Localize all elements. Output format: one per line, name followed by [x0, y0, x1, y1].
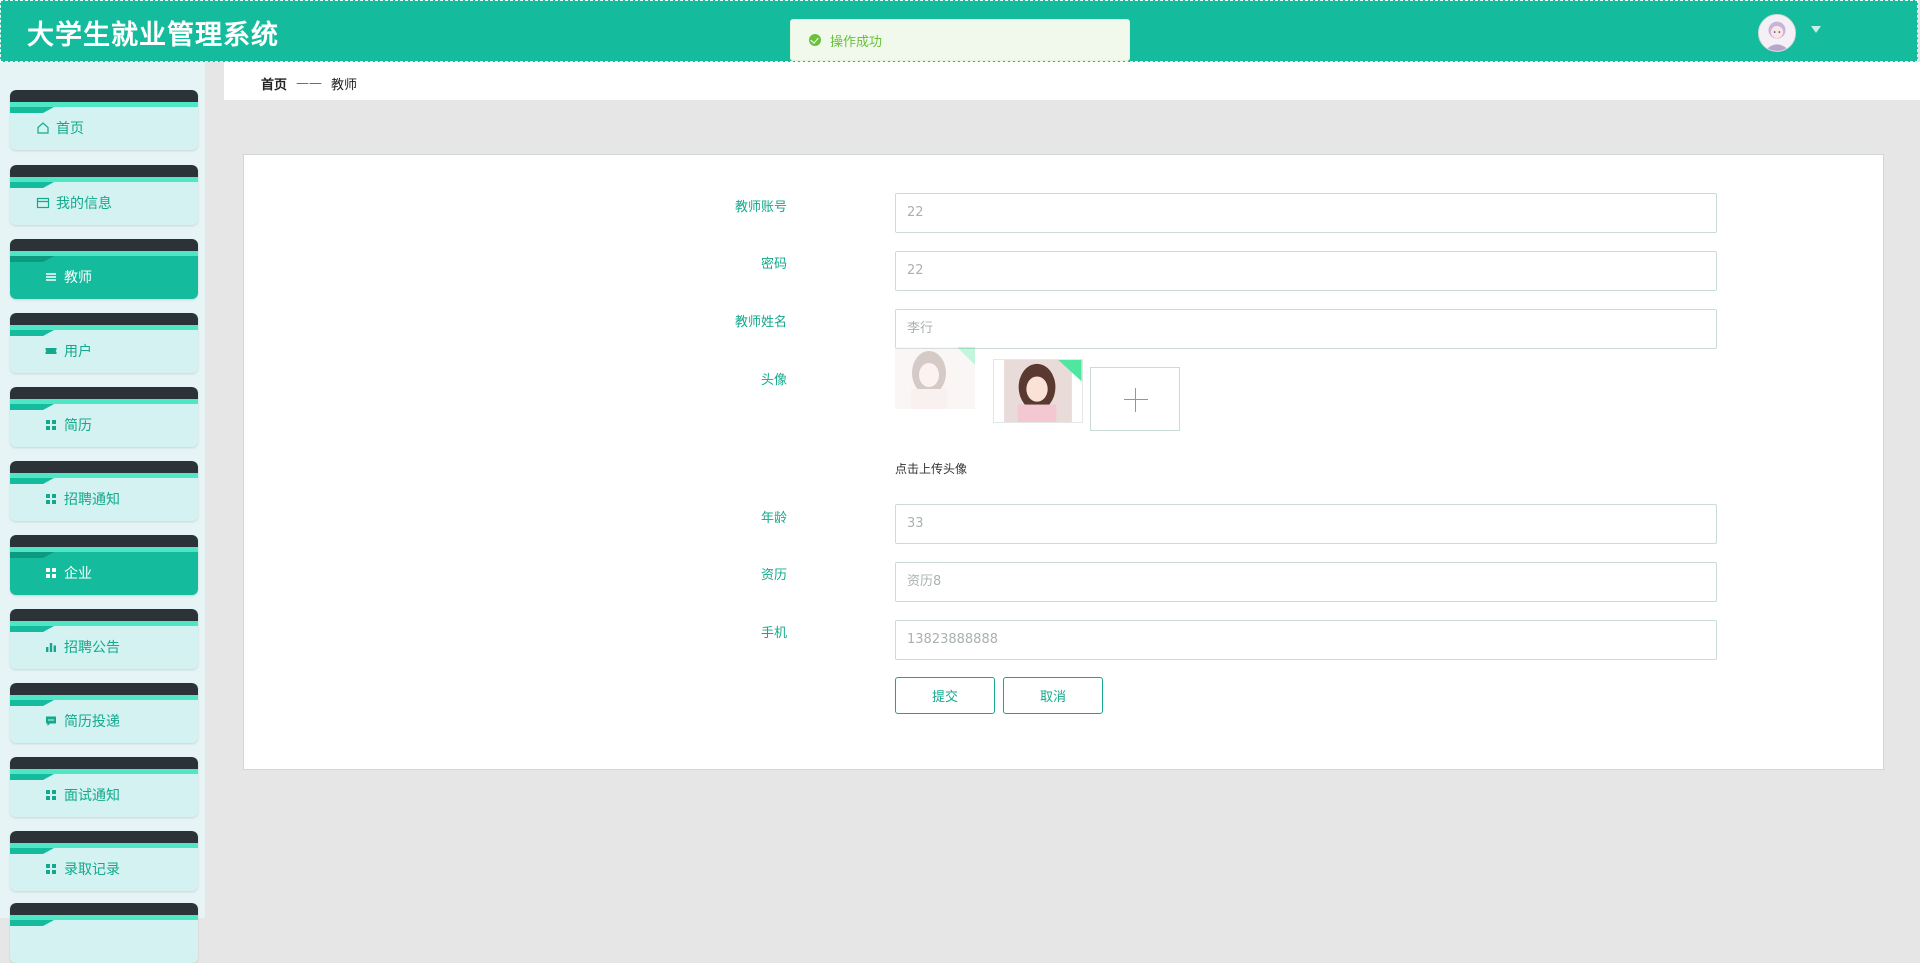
list-icon: [44, 270, 58, 284]
submit-button[interactable]: 提交: [895, 677, 995, 714]
sidebar-item-admission-record[interactable]: 录取记录: [10, 831, 198, 891]
seniority-label: 资历: [760, 568, 787, 583]
sidebar-item-label: 首页: [56, 121, 84, 137]
account-label: 教师账号: [734, 200, 787, 215]
seniority-input[interactable]: 资历8: [895, 562, 1717, 602]
phone-label: 手机: [760, 626, 787, 641]
sidebar-item-home[interactable]: 首页: [10, 90, 198, 150]
sidebar-item-label: 教师: [64, 270, 92, 286]
grid-icon: [44, 862, 58, 876]
breadcrumb-separator: ——: [296, 76, 323, 91]
home-icon: [36, 121, 50, 135]
name-input[interactable]: 李行: [895, 309, 1717, 349]
sidebar-item-company[interactable]: 企业: [10, 535, 198, 595]
sidebar-item-label: 简历: [64, 418, 92, 434]
avatar-label: 头像: [760, 373, 787, 388]
sidebar-item-label: 招聘公告: [64, 640, 120, 656]
sidebar-item-recruit-notice[interactable]: 招聘通知: [10, 461, 198, 521]
grid-icon: [44, 788, 58, 802]
sidebar-item-recruit-announcement[interactable]: 招聘公告: [10, 609, 198, 669]
avatar-upload-button[interactable]: [1090, 367, 1180, 431]
age-label: 年龄: [760, 511, 787, 526]
grid-icon: [44, 566, 58, 580]
app-title: 大学生就业管理系统: [27, 20, 279, 51]
sidebar-item-resume[interactable]: 简历: [10, 387, 198, 447]
avatar-thumbnail[interactable]: [993, 359, 1083, 423]
sidebar: 首页 我的信息 教师 用户 简历 招聘通知 企业 招聘公告 简历投递 面试通知 …: [0, 62, 205, 963]
sidebar-item-label: 用户: [64, 344, 92, 360]
age-input[interactable]: 33: [895, 504, 1717, 544]
phone-input[interactable]: 13823888888: [895, 620, 1717, 660]
sidebar-item-label: 录取记录: [64, 862, 120, 878]
password-input[interactable]: 22: [895, 251, 1717, 291]
sidebar-item-resume-delivery[interactable]: 简历投递: [10, 683, 198, 743]
sidebar-item-partial[interactable]: [10, 903, 198, 963]
sidebar-item-interview-notice[interactable]: 面试通知: [10, 757, 198, 817]
caret-down-icon[interactable]: [1811, 26, 1821, 33]
grid-icon: [44, 418, 58, 432]
breadcrumb-home[interactable]: 首页: [261, 74, 287, 93]
ticket-icon: [44, 344, 58, 358]
password-label: 密码: [760, 257, 787, 272]
toast-message: 操作成功: [830, 34, 883, 50]
sidebar-item-label: 简历投递: [64, 714, 120, 730]
teacher-form-card: 教师账号 22 密码 22 教师姓名 李行 头像 点击上传头像 年龄 33 资历: [243, 154, 1884, 770]
avatar-upload-hint: 点击上传头像: [895, 462, 968, 476]
check-circle-icon: [809, 34, 821, 46]
bar-chart-icon: [44, 640, 58, 654]
sidebar-item-users[interactable]: 用户: [10, 313, 198, 373]
message-icon: [44, 714, 58, 728]
sidebar-item-label: 招聘通知: [64, 492, 120, 508]
breadcrumb-bar: 首页 —— 教师: [224, 62, 1920, 100]
avatar-thumbnail-dragging[interactable]: [895, 347, 975, 409]
card-icon: [36, 196, 50, 210]
name-label: 教师姓名: [734, 315, 787, 330]
grid-icon: [44, 492, 58, 506]
sidebar-item-teacher[interactable]: 教师: [10, 239, 198, 299]
sidebar-item-my-info[interactable]: 我的信息: [10, 165, 198, 225]
breadcrumb: 首页 —— 教师: [261, 74, 357, 93]
sidebar-item-label: 面试通知: [64, 788, 120, 804]
user-avatar[interactable]: [1758, 14, 1796, 52]
cancel-button[interactable]: 取消: [1003, 677, 1103, 714]
sidebar-item-label: 我的信息: [56, 196, 112, 212]
breadcrumb-current: 教师: [331, 78, 358, 93]
success-toast: 操作成功: [790, 19, 1130, 61]
account-input[interactable]: 22: [895, 193, 1717, 233]
sidebar-item-label: 企业: [64, 566, 92, 582]
